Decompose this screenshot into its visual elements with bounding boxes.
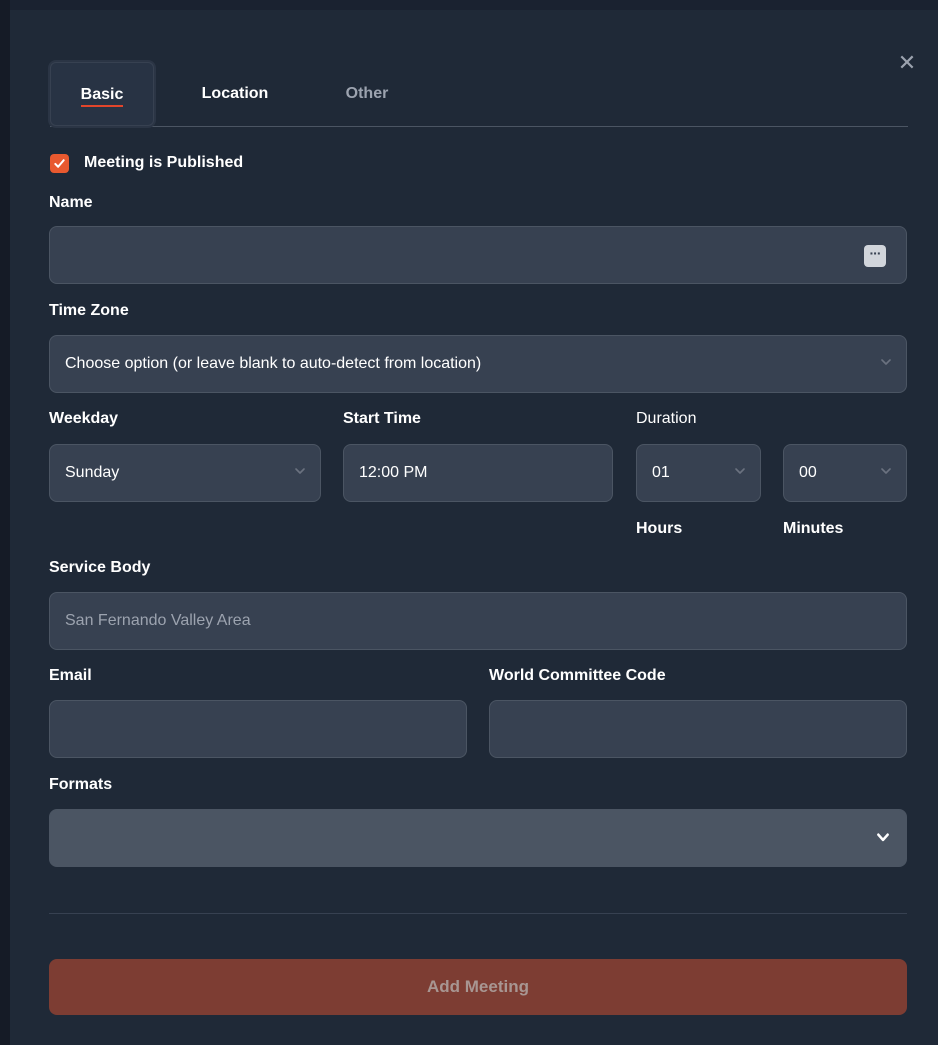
tab-location[interactable]: Location: [190, 60, 280, 127]
name-label: Name: [49, 194, 93, 211]
world-committee-code-label: World Committee Code: [489, 667, 666, 684]
checkmark-icon: [54, 158, 65, 168]
time-zone-value: Choose option (or leave blank to auto-de…: [65, 355, 482, 372]
active-tab-underline: [81, 105, 123, 107]
add-meeting-label: Add Meeting: [427, 977, 529, 996]
tab-other[interactable]: Other: [332, 60, 402, 127]
formats-select[interactable]: [49, 809, 907, 867]
tab-location-label: Location: [201, 85, 269, 102]
chevron-down-icon: [295, 468, 305, 474]
tab-basic[interactable]: Basic: [50, 62, 154, 126]
duration-minutes-select[interactable]: 00: [783, 444, 907, 502]
add-meeting-modal: ✕ Basic Location Other Meeting is Publis…: [10, 10, 938, 1045]
published-checkbox[interactable]: [50, 153, 69, 173]
start-time-value: 12:00 PM: [359, 464, 428, 481]
start-time-input[interactable]: 12:00 PM: [343, 444, 613, 502]
add-meeting-button[interactable]: Add Meeting: [49, 959, 907, 1015]
formats-label: Formats: [49, 776, 113, 793]
name-input[interactable]: ···: [49, 226, 907, 284]
email-field[interactable]: [49, 700, 467, 758]
duration-label: Duration: [636, 410, 697, 427]
email-label: Email: [49, 667, 92, 684]
published-row: Meeting is Published: [50, 152, 243, 174]
service-body-field: San Fernando Valley Area: [49, 592, 907, 650]
tab-basic-label: Basic: [80, 86, 124, 103]
hours-label: Hours: [636, 520, 683, 537]
weekday-label: Weekday: [49, 410, 119, 427]
backdrop: [0, 0, 10, 1045]
tab-other-label: Other: [345, 85, 389, 102]
chevron-down-icon: [881, 468, 891, 474]
duration-hours-value: 01: [652, 464, 670, 481]
duration-hours-select[interactable]: 01: [636, 444, 761, 502]
chevron-down-icon: [735, 468, 745, 474]
weekday-select[interactable]: Sunday: [49, 444, 321, 502]
divider: [49, 913, 907, 914]
duration-minutes-value: 00: [799, 464, 817, 481]
start-time-label: Start Time: [343, 410, 421, 427]
chevron-down-icon: [877, 833, 889, 842]
service-body-label: Service Body: [49, 559, 151, 576]
published-label: Meeting is Published: [84, 154, 244, 171]
service-body-value: San Fernando Valley Area: [65, 612, 251, 629]
time-zone-label: Time Zone: [49, 302, 129, 319]
time-zone-select[interactable]: Choose option (or leave blank to auto-de…: [49, 335, 907, 393]
chevron-down-icon: [881, 359, 891, 365]
minutes-label: Minutes: [783, 520, 844, 537]
more-options-icon[interactable]: ···: [864, 245, 886, 267]
world-committee-code-field[interactable]: [489, 700, 907, 758]
weekday-value: Sunday: [65, 464, 120, 481]
tab-bar: Basic Location Other: [50, 60, 908, 127]
